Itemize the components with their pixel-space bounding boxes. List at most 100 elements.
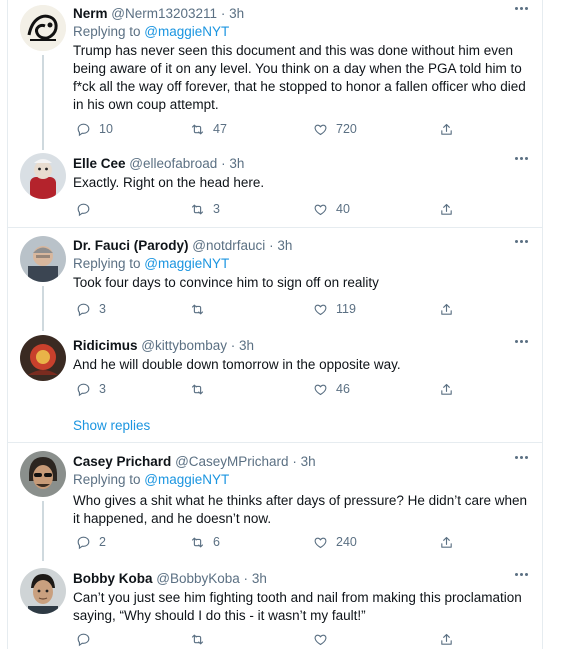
timestamp[interactable]: 3h [301, 454, 316, 469]
reply-count: 2 [99, 535, 106, 549]
replying-label: Replying to [73, 256, 145, 271]
show-replies-link[interactable]: Show replies [73, 418, 150, 433]
separator: · [292, 454, 297, 469]
user-handle[interactable]: @notdrfauci [192, 238, 265, 253]
like-button[interactable]: 119 [313, 301, 356, 317]
reply-button[interactable]: 2 [76, 534, 106, 550]
like-count: 240 [336, 535, 357, 549]
tweet[interactable]: Ridicimus @kittybombay · 3h And he will … [8, 328, 542, 408]
user-handle[interactable]: @Nerm13203211 [111, 6, 217, 21]
more-options-icon[interactable] [514, 570, 528, 578]
reply-button[interactable]: 10 [76, 121, 113, 137]
tweet-text: Took four days to convince him to sign o… [73, 275, 379, 290]
share-button[interactable] [439, 201, 462, 217]
user-handle[interactable]: @BobbyKoba [156, 571, 240, 586]
timestamp[interactable]: 3h [252, 571, 267, 586]
more-options-icon[interactable] [514, 237, 528, 245]
reply-count: 10 [99, 122, 113, 136]
tweet-text: Exactly. Right on the head here. [73, 175, 265, 190]
retweet-button[interactable] [190, 381, 213, 397]
tweet-text: Trump has never seen this document and t… [73, 43, 526, 112]
share-button[interactable] [439, 121, 462, 137]
tweet-actions: 3 46 [73, 381, 463, 397]
like-count: 720 [336, 122, 357, 136]
retweet-count: 3 [213, 202, 220, 216]
like-button[interactable]: 240 [313, 534, 357, 550]
avatar[interactable] [20, 451, 66, 497]
reply-icon [77, 123, 90, 136]
heart-icon [314, 304, 327, 315]
like-button[interactable]: 46 [313, 381, 350, 397]
like-button[interactable]: 40 [313, 201, 350, 217]
more-options-icon[interactable] [514, 337, 528, 345]
separator: · [220, 6, 226, 21]
avatar[interactable] [20, 5, 66, 51]
retweet-icon [191, 304, 204, 314]
avatar[interactable] [20, 153, 66, 199]
user-handle[interactable]: @CaseyMPrichard [175, 454, 288, 469]
retweet-icon [191, 124, 204, 134]
tweet[interactable]: Dr. Fauci (Parody) @notdrfauci · 3h Repl… [8, 228, 542, 331]
replying-to: Replying to @maggieNYT [73, 255, 528, 273]
tweet[interactable]: Elle Cee @elleofabroad · 3h Exactly. Rig… [8, 148, 542, 228]
retweet-button[interactable] [190, 301, 213, 317]
display-name[interactable]: Elle Cee [73, 156, 126, 171]
retweet-button[interactable]: 6 [190, 534, 220, 550]
like-count: 40 [336, 202, 350, 216]
like-count: 46 [336, 382, 350, 396]
tweet[interactable]: Nerm @Nerm13203211 · 3h Replying to @mag… [8, 0, 542, 150]
heart-icon [314, 204, 327, 215]
tweet[interactable]: Bobby Koba @BobbyKoba · 3h Can’t you jus… [8, 561, 542, 649]
reply-icon [77, 303, 90, 316]
retweet-button[interactable]: 47 [190, 121, 227, 137]
reply-icon [77, 536, 90, 549]
display-name[interactable]: Nerm [73, 6, 108, 21]
retweet-count: 47 [213, 122, 227, 136]
like-button[interactable] [313, 631, 336, 647]
timestamp[interactable]: 3h [229, 6, 244, 21]
heart-icon [314, 384, 327, 395]
mention-link[interactable]: @maggieNYT [144, 472, 229, 487]
heart-icon [314, 124, 327, 135]
reply-button[interactable] [76, 201, 99, 217]
more-options-icon[interactable] [514, 453, 528, 461]
reply-count: 3 [99, 302, 106, 316]
tweet-text: Who gives a shit what he thinks after da… [73, 493, 527, 526]
display-name[interactable]: Ridicimus [73, 338, 138, 353]
user-handle[interactable]: @kittybombay [141, 338, 227, 353]
avatar[interactable] [20, 236, 66, 282]
thread-line [42, 286, 44, 331]
tweet-actions: 3 40 [73, 201, 463, 217]
retweet-icon [191, 384, 204, 394]
share-button[interactable] [439, 534, 462, 550]
mention-link[interactable]: @maggieNYT [144, 24, 229, 39]
tweet-text: Can’t you just see him fighting tooth an… [73, 590, 522, 623]
reply-icon [77, 383, 90, 396]
reply-button[interactable]: 3 [76, 301, 106, 317]
share-button[interactable] [439, 301, 462, 317]
more-options-icon[interactable] [514, 4, 528, 12]
share-button[interactable] [439, 381, 462, 397]
share-icon [441, 303, 452, 315]
more-options-icon[interactable] [514, 154, 528, 162]
tweet-text: And he will double down tomorrow in the … [73, 357, 401, 372]
mention-link[interactable]: @maggieNYT [144, 256, 229, 271]
avatar[interactable] [20, 568, 66, 614]
reply-button[interactable] [76, 631, 99, 647]
share-button[interactable] [439, 631, 462, 647]
display-name[interactable]: Dr. Fauci (Parody) [73, 238, 189, 253]
timestamp[interactable]: 3h [239, 338, 254, 353]
display-name[interactable]: Bobby Koba [73, 571, 153, 586]
separator: · [230, 338, 236, 353]
tweet[interactable]: Casey Prichard @CaseyMPrichard · 3h Repl… [8, 443, 542, 561]
timestamp[interactable]: 3h [277, 238, 292, 253]
like-button[interactable]: 720 [313, 121, 357, 137]
retweet-button[interactable] [190, 631, 213, 647]
heart-icon [314, 537, 327, 548]
retweet-button[interactable]: 3 [190, 201, 220, 217]
reply-button[interactable]: 3 [76, 381, 106, 397]
user-handle[interactable]: @elleofabroad [129, 156, 217, 171]
avatar[interactable] [20, 335, 66, 381]
display-name[interactable]: Casey Prichard [73, 454, 171, 469]
timestamp[interactable]: 3h [229, 156, 244, 171]
